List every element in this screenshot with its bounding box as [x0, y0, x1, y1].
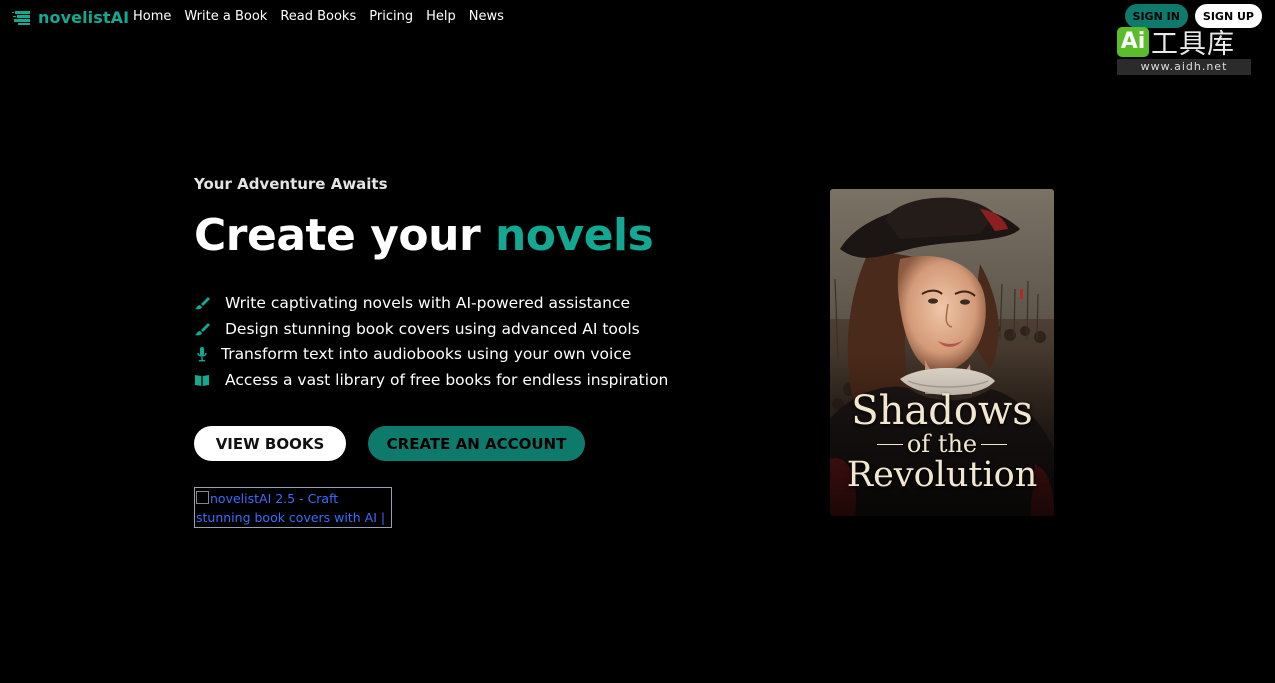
- headline-main: Create your: [194, 210, 481, 261]
- nav-pricing[interactable]: Pricing: [369, 9, 413, 24]
- cover-title: Shadows of the Revolution: [830, 389, 1054, 495]
- main-nav: Home Write a Book Read Books Pricing Hel…: [133, 9, 504, 24]
- create-account-button[interactable]: CREATE AN ACCOUNT: [368, 426, 585, 461]
- hero-actions: VIEW BOOKS CREATE AN ACCOUNT: [194, 426, 585, 461]
- headline-accent: novels: [494, 210, 654, 261]
- product-hunt-badge[interactable]: novelistAI 2.5 - Craft stunning book cov…: [194, 487, 392, 528]
- watermark-url: www.aidh.net: [1117, 59, 1251, 75]
- feature-item: Transform text into audiobooks using you…: [194, 341, 668, 367]
- cover-title-line2: of the: [830, 430, 1054, 458]
- feature-text: Access a vast library of free books for …: [225, 370, 669, 389]
- cover-title-line1: Shadows: [851, 388, 1033, 434]
- microphone-icon: [197, 347, 207, 362]
- nav-read-books[interactable]: Read Books: [280, 9, 356, 24]
- nav-help[interactable]: Help: [426, 9, 456, 24]
- watermark: Ai 工具库 www.aidh.net: [1117, 25, 1251, 75]
- page: novelistAI Home Write a Book Read Books …: [0, 0, 1275, 683]
- brand-logo[interactable]: novelistAI: [12, 8, 129, 27]
- watermark-badge: Ai: [1117, 26, 1149, 57]
- product-badge-alt-text: novelistAI 2.5 - Craft stunning book cov…: [196, 491, 386, 525]
- cover-title-line2-text: of the: [906, 430, 978, 458]
- book-cover[interactable]: Shadows of the Revolution: [830, 189, 1054, 516]
- hero-tagline: Your Adventure Awaits: [194, 175, 388, 193]
- feature-text: Transform text into audiobooks using you…: [221, 345, 632, 364]
- cover-title-line3: Revolution: [846, 455, 1038, 495]
- hero-headline: Create your novels: [194, 210, 654, 261]
- feature-list: Write captivating novels with AI-powered…: [194, 290, 668, 393]
- brush-icon: [195, 322, 210, 335]
- broken-image-icon: [196, 491, 209, 504]
- title-rule-left: [876, 443, 903, 445]
- feature-item: Write captivating novels with AI-powered…: [194, 290, 668, 316]
- nav-write-a-book[interactable]: Write a Book: [184, 9, 267, 24]
- watermark-logo: Ai 工具库: [1117, 25, 1251, 60]
- feature-text: Write captivating novels with AI-powered…: [225, 293, 630, 312]
- book-open-icon: [195, 374, 209, 386]
- view-books-button[interactable]: VIEW BOOKS: [194, 426, 346, 461]
- feature-item: Access a vast library of free books for …: [194, 367, 668, 393]
- logo-icon: [12, 10, 30, 25]
- watermark-text: 工具库: [1151, 29, 1235, 60]
- feature-item: Design stunning book covers using advanc…: [194, 316, 668, 342]
- nav-home[interactable]: Home: [133, 9, 171, 24]
- title-rule-right: [981, 443, 1008, 445]
- brand-name: novelistAI: [38, 8, 130, 27]
- feature-text: Design stunning book covers using advanc…: [225, 319, 640, 338]
- nav-news[interactable]: News: [469, 9, 504, 24]
- brush-icon: [195, 296, 210, 310]
